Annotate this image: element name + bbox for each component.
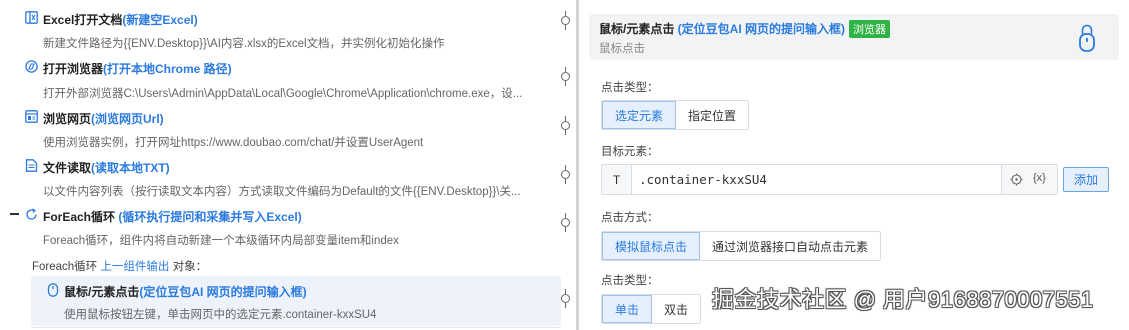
option-selected-element[interactable]: 选定元素 (602, 101, 677, 129)
step-connector[interactable] (561, 289, 570, 308)
step-title-foreach[interactable]: ForEach循环 (循环执行提问和采集并写入Excel) (43, 208, 302, 225)
webpage-icon (25, 110, 38, 123)
step-desc-open-browser: 打开外部浏览器C:\Users\Admin\AppData\Local\Goog… (43, 88, 523, 100)
step-desc-file-read: 以文件内容列表（按行读取文本内容）方式读取文件编码为Default的文件{{EN… (43, 186, 521, 198)
file-read-icon (25, 159, 38, 172)
divider (31, 327, 561, 328)
option-browser-api-click[interactable]: 通过浏览器接口自动点击元素 (700, 232, 881, 260)
flow-step-list: Excel打开文档(新建空Excel) 新建文件路径为{{ENV.Desktop… (0, 0, 576, 330)
excel-doc-icon (25, 11, 38, 24)
text-type-prefix: T (602, 165, 632, 194)
watermark: 掘金技术社区 @ 用户9168870007551 (712, 287, 1094, 312)
collapse-toggle-icon[interactable] (10, 213, 19, 215)
crosshair-icon[interactable] (1010, 173, 1023, 186)
click-kind-label: 点击类型： (601, 275, 659, 287)
loop-sub-label: Foreach循环 上一组件输出 对象： (32, 261, 208, 273)
option-simulate-mouse[interactable]: 模拟鼠标点击 (602, 232, 701, 260)
click-type-selector: 选定元素 指定位置 (601, 100, 750, 130)
option-single-click[interactable]: 单击 (602, 295, 653, 323)
click-kind-selector: 单击 双击 (601, 294, 702, 324)
step-title-browse-page[interactable]: 浏览网页(浏览网页Url) (43, 110, 164, 127)
step-connector[interactable] (561, 165, 570, 184)
step-desc-excel-open: 新建文件路径为{{ENV.Desktop}}\AI内容.xlsx的Excel文档… (43, 38, 445, 50)
loop-source-link[interactable]: 上一组件输出 (100, 261, 169, 273)
loop-icon (26, 208, 37, 220)
panel-subtitle: 鼠标点击 (599, 43, 645, 55)
add-button[interactable]: 添加 (1063, 167, 1109, 192)
mouse-icon (47, 283, 59, 297)
option-double-click[interactable]: 双击 (652, 295, 701, 323)
step-desc-browse-page: 使用浏览器实例，打开网址https://www.doubao.com/chat/… (43, 137, 424, 149)
step-title-open-browser[interactable]: 打开浏览器(打开本地Chrome 路径) (43, 60, 232, 77)
option-specified-position[interactable]: 指定位置 (676, 101, 749, 129)
step-connector[interactable] (561, 11, 570, 30)
step-desc-foreach: Foreach循环，组件内将自动新建一个本级循环内局部变量item和index (43, 235, 399, 247)
lock-icon[interactable] (1079, 24, 1095, 52)
target-element-label: 目标元素： (601, 146, 659, 158)
step-connector[interactable] (561, 67, 570, 86)
target-element-value[interactable]: .container-kxxSU4 (639, 172, 767, 187)
panel-header: 鼠标/元素点击 (定位豆包AI 网页的提问输入框) 浏览器 鼠标点击 (589, 14, 1119, 60)
click-mode-selector: 模拟鼠标点击 通过浏览器接口自动点击元素 (601, 231, 882, 261)
step-connector[interactable] (561, 116, 570, 135)
click-type-label: 点击类型： (601, 82, 659, 94)
properties-panel: 鼠标/元素点击 (定位豆包AI 网页的提问输入框) 浏览器 鼠标点击 点击类型： … (579, 0, 1129, 330)
target-element-field[interactable]: T .container-kxxSU4 {x} (601, 164, 1058, 195)
sub-step-desc: 使用鼠标按钮左键，单击网页中的选定元素.container-kxxSU4 (64, 309, 377, 321)
step-title-file-read[interactable]: 文件读取(读取本地TXT) (43, 159, 170, 176)
step-connector[interactable] (561, 213, 570, 232)
click-mode-label: 点击方式： (601, 212, 659, 224)
target-tools: {x} (1001, 165, 1057, 194)
variable-icon[interactable]: {x} (1033, 172, 1046, 184)
browser-badge: 浏览器 (849, 20, 891, 38)
panel-title: 鼠标/元素点击 (定位豆包AI 网页的提问输入框) 浏览器 (599, 20, 891, 38)
browser-icon (25, 60, 38, 73)
step-title-excel-open[interactable]: Excel打开文档(新建空Excel) (43, 11, 198, 28)
sub-step-title[interactable]: 鼠标/元素点击(定位豆包AI 网页的提问输入框) (64, 283, 307, 300)
